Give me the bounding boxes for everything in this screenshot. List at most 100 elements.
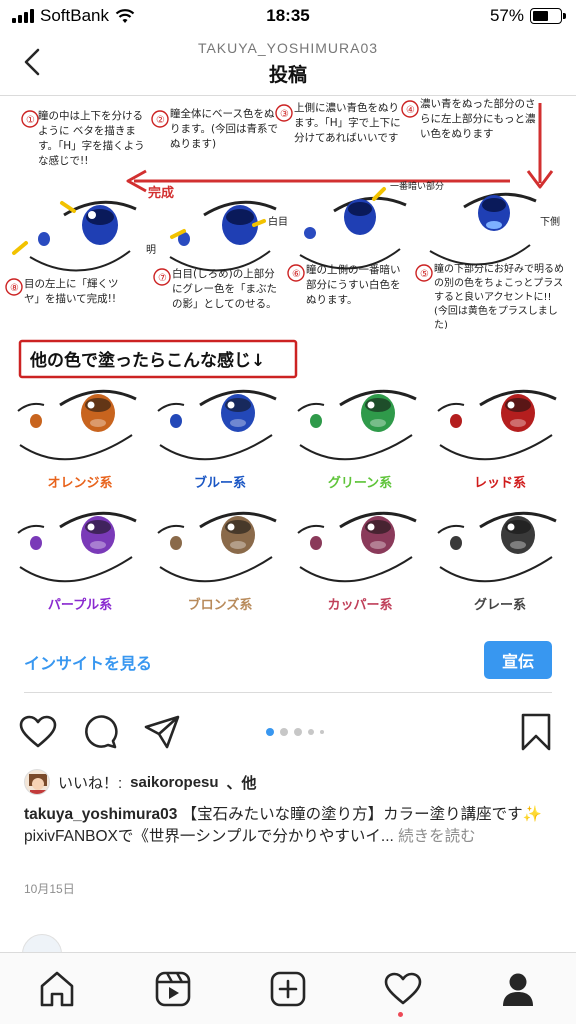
liker-username[interactable]: saikoropesu (130, 774, 218, 791)
variant-eye-shape (510, 419, 526, 427)
variant-eye-shape (170, 414, 182, 428)
tab-reels[interactable] (151, 967, 195, 1011)
step-eye-6 (299, 196, 407, 270)
divider (24, 692, 552, 693)
variant-eye-8: グレー系 (437, 511, 557, 613)
tab-new-post[interactable] (266, 967, 310, 1011)
step-2-num: ② (156, 115, 165, 126)
bookmark-button[interactable] (516, 712, 556, 752)
variant-eye-shape (230, 419, 246, 427)
step-3-note: ③ 上側に濃い青色をぬります。「H」字で上下に分けてあればいいです (275, 102, 401, 144)
status-bar: SoftBank 18:35 57% (0, 0, 576, 32)
header-username: TAKUYA_YOSHIMURA03 (197, 40, 379, 56)
bottom-tab-bar (0, 952, 576, 1024)
step-5-note: ⑤ 瞳の下部分にお好みで明るめの別の色をちょこっとプラスすると良いアクセントに!… (415, 264, 564, 329)
variant-eye-shape (30, 536, 42, 550)
bookmark-icon (521, 713, 551, 751)
variant-eye-4: レッド系 (437, 389, 557, 491)
variant-eye-shape (90, 419, 106, 427)
variant-eye-shape (87, 523, 95, 531)
battery-icon (530, 8, 566, 24)
step-8-note: ⑧ 目の左上に「輝くツヤ」を描いて完成!! (5, 278, 119, 305)
variant-eye-shape (17, 524, 45, 534)
insight-row: インサイトを見る 宣伝 (0, 630, 576, 692)
brightness-label: 明 (146, 244, 156, 256)
view-insights-link[interactable]: インサイトを見る (24, 650, 152, 674)
likes-suffix[interactable]: 、他 (227, 772, 257, 793)
variants-heading-box: 他の色で塗ったらこんな感じ↓ (18, 339, 298, 379)
variant-label: カッパー系 (327, 597, 392, 613)
liker-avatar[interactable] (24, 769, 50, 795)
variant-eye-shape (87, 401, 95, 409)
step-7-num: ⑦ (158, 273, 167, 284)
variant-eye-5: パープル系 (17, 511, 137, 613)
activity-heart-icon (384, 972, 422, 1005)
variant-eye-shape (510, 541, 526, 549)
variant-eye-shape (297, 524, 325, 534)
variant-eye-shape (19, 556, 133, 583)
likes-row[interactable]: いいね！: saikoropesu 、他 (24, 768, 257, 796)
variant-eye-shape (230, 541, 246, 549)
home-icon (40, 971, 74, 1007)
dark-part-label: 一番暗い部分 (390, 180, 444, 192)
variant-eye-shape (450, 414, 462, 428)
read-more-link[interactable]: 続きを読む (398, 828, 476, 845)
carousel-dot (320, 730, 324, 734)
new-post-icon (270, 971, 306, 1007)
promote-button[interactable]: 宣伝 (484, 641, 552, 679)
tab-profile[interactable] (496, 967, 540, 1011)
variant-eye-shape (439, 434, 553, 461)
variant-eye-shape (17, 402, 45, 412)
carousel-dot (294, 728, 302, 736)
likes-prefix: いいね！: (58, 774, 123, 792)
variant-eye-shape (159, 556, 273, 583)
variant-eye-shape (19, 434, 133, 461)
variant-eye-shape (507, 401, 515, 409)
variant-label: ブルー系 (194, 475, 246, 491)
step-3-text: 上側に濃い青色をぬります。「H」字で上下に分けてあればいいです (294, 102, 401, 144)
page-title: 投稿 (268, 65, 307, 86)
step-1-text: 瞳の中は上下を分けるように ベタを描きます。「H」字を描くような感じで!! (38, 110, 145, 167)
post-image[interactable]: ① 瞳の中は上下を分けるように ベタを描きます。「H」字を描くような感じで!! … (0, 97, 576, 629)
comment-button[interactable] (80, 712, 120, 752)
carousel-dot (308, 729, 314, 735)
variant-eye-shape (507, 523, 515, 531)
step-6-text: 瞳の上側の一番暗い部分にうすい白色をぬります。 (306, 264, 401, 306)
variant-eye-shape (437, 524, 465, 534)
variant-eye-2: ブルー系 (157, 389, 277, 491)
variant-label: パープル系 (48, 597, 112, 613)
variant-eye-shape (227, 523, 235, 531)
variant-label: グリーン系 (328, 475, 392, 491)
variant-eye-3: グリーン系 (297, 389, 417, 491)
variant-eye-shape (370, 541, 386, 549)
variant-eye-shape (370, 419, 386, 427)
variants-heading: 他の色で塗ったらこんな感じ↓ (29, 350, 265, 371)
post-actions (0, 706, 576, 756)
step-7-text: 白目(しろめ)の上部分にグレー色を「まぶたの影」としてのせる。 (172, 268, 277, 310)
variant-eye-1: オレンジ系 (17, 389, 137, 491)
caption-line2: pixivFANBOXで《世界一シンプルで分かりやすいイ... (24, 828, 394, 845)
step-eye-7 (169, 200, 277, 272)
variant-eye-shape (310, 536, 322, 550)
variant-label: レッド系 (474, 475, 526, 491)
variant-eye-shape (437, 402, 465, 412)
step-4-num: ④ (406, 105, 415, 116)
variants-grid: オレンジ系 ブルー系 グリーン系 レッド系パープル系 ブロンズ系 カッパー系 グレー系 (17, 389, 557, 613)
tab-home[interactable] (35, 967, 79, 1011)
variant-eye-shape (227, 401, 235, 409)
status-right: 57% (490, 6, 566, 26)
step-6-note: ⑥ 瞳の上側の一番暗い部分にうすい白色をぬります。 (287, 264, 401, 306)
step-5-text: 瞳の下部分にお好みで明るめの別の色をちょこっとプラスすると良いアクセントに!! … (434, 264, 564, 329)
caption-text: 【宝石みたいな瞳の塗り方】カラー塗り講座です✨ (181, 806, 542, 823)
post-header: TAKUYA_YOSHIMURA03 投稿 (0, 32, 576, 96)
tab-activity[interactable] (381, 967, 425, 1011)
variant-eye-shape (367, 523, 375, 531)
post-date: 10月15日 (24, 882, 75, 896)
share-icon (144, 715, 180, 749)
variant-eye-shape (30, 414, 42, 428)
like-button[interactable] (18, 712, 58, 752)
share-button[interactable] (142, 712, 182, 752)
caption-username[interactable]: takuya_yoshimura03 (24, 806, 177, 823)
profile-icon (503, 973, 533, 1006)
carousel-dot (266, 728, 274, 736)
